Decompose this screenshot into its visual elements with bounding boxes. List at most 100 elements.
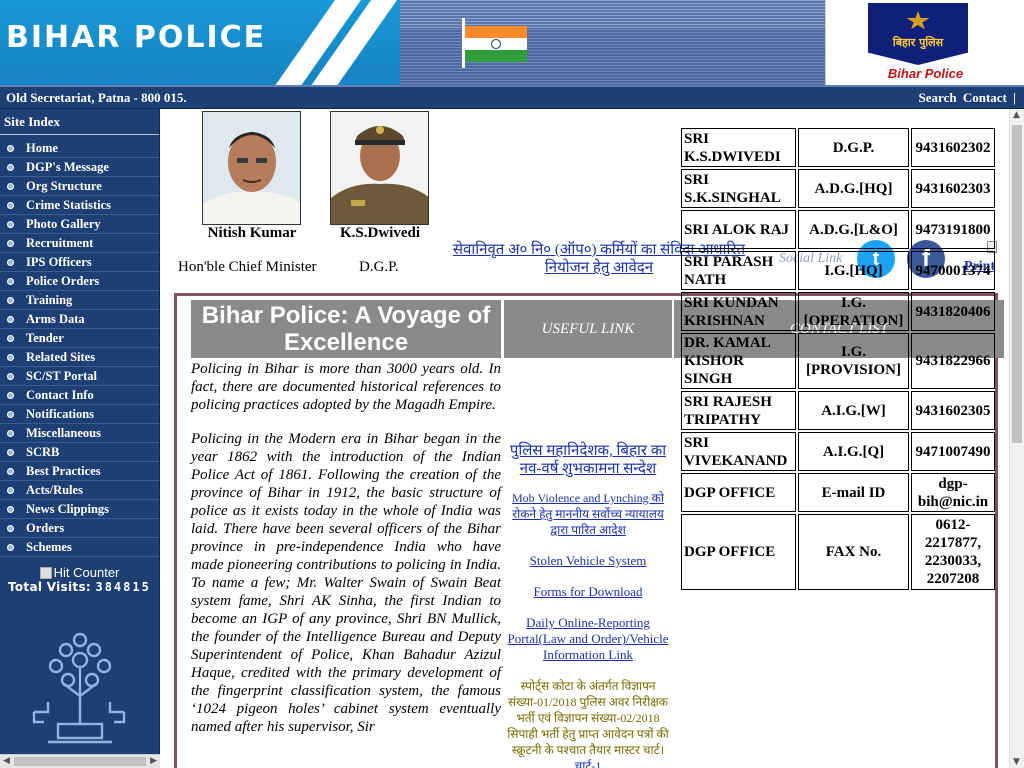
bullet-icon: [7, 144, 14, 152]
total-visits-label: Total Visits:: [8, 580, 91, 594]
bullet-icon: [7, 467, 14, 475]
voyage-paragraph: Policing in the Modern era in Bihar bega…: [191, 431, 501, 735]
scroll-right-icon[interactable]: ▶: [150, 756, 157, 766]
sidebar-item-notifications[interactable]: Notifications: [0, 405, 159, 424]
officer-row: SRI K.S.DWIVEDI D.G.P. 9431602302: [681, 128, 995, 167]
officer-phone: 9431822966: [911, 333, 995, 389]
sidebar-item-label: Schemes: [26, 539, 72, 554]
sidebar-item-news-clippings[interactable]: News Clippings: [0, 500, 159, 519]
officer-designation: A.I.G.[Q]: [798, 432, 909, 471]
emblem-star-icon: [906, 11, 930, 30]
useful-link[interactable]: Daily Online-Reporting Portal(Law and Or…: [504, 615, 672, 663]
chief-minister-portrait-icon: [203, 112, 300, 224]
contact-link[interactable]: Contact: [963, 90, 1007, 105]
useful-link[interactable]: Stolen Vehicle System: [504, 553, 672, 569]
horizontal-scrollbar[interactable]: ◀ ▶: [0, 754, 160, 768]
officer-row: DGP OFFICE FAX No. 0612-2217877, 2230033, …: [681, 514, 995, 590]
officer-row: SRI PARASH NATH I.G.[HQ] 9470001374: [681, 251, 995, 290]
sidebar-item-label: DGP's Message: [26, 159, 109, 174]
scroll-down-icon[interactable]: ▼: [1013, 757, 1020, 767]
sidebar-item-org-structure[interactable]: Org Structure: [0, 177, 159, 196]
vertical-scrollbar[interactable]: ▲ ▼: [1009, 109, 1024, 768]
sidebar-item-training[interactable]: Training: [0, 291, 159, 310]
link-separator: |: [1013, 90, 1016, 105]
officer-phone: 9431602302: [911, 128, 995, 167]
officer-name: SRI RAJESH TRIPATHY: [681, 391, 796, 430]
sidebar-item-label: News Clippings: [26, 501, 110, 516]
sidebar-item-acts-rules[interactable]: Acts/Rules: [0, 481, 159, 500]
bihar-police-logo[interactable]: BIHAR POLICE: [0, 0, 400, 85]
hit-counter: Hit Counter: [0, 565, 159, 580]
sidebar-item-ips-officers[interactable]: IPS Officers: [0, 253, 159, 272]
officer-contact-table: SRI K.S.DWIVEDI D.G.P. 9431602302 SRI S.K.S…: [679, 126, 997, 592]
officer-phone: 9431602303: [911, 169, 995, 208]
bullet-icon: [7, 543, 14, 551]
useful-link[interactable]: पुलिस महानिदेशक, बिहार का नव-वर्ष शुभकाम…: [504, 442, 672, 478]
officer-designation: I.G. [OPERATION]: [798, 292, 909, 331]
chart-1-link[interactable]: चार्ट-1: [575, 759, 602, 768]
sidebar-item-orders[interactable]: Orders: [0, 519, 159, 538]
scroll-left-icon[interactable]: ◀: [3, 756, 10, 766]
sidebar-item-miscellaneous[interactable]: Miscellaneous: [0, 424, 159, 443]
sidebar-item-crime-statistics[interactable]: Crime Statistics: [0, 196, 159, 215]
bullet-icon: [7, 277, 14, 285]
sidebar-item-contact-info[interactable]: Contact Info: [0, 386, 159, 405]
officer-phone: 9431602305: [911, 391, 995, 430]
emblem-caption: Bihar Police: [887, 66, 964, 81]
bullet-icon: [7, 334, 14, 342]
search-link[interactable]: Search: [919, 90, 957, 105]
sidebar-item-photo-gallery[interactable]: Photo Gallery: [0, 215, 159, 234]
bullet-icon: [7, 486, 14, 494]
useful-link[interactable]: Mob Violence and Lynching को रोकने हेतु …: [504, 490, 672, 538]
sidebar-item-tender[interactable]: Tender: [0, 329, 159, 348]
sidebar-item-label: Police Orders: [26, 273, 100, 288]
sidebar-item-police-orders[interactable]: Police Orders: [0, 272, 159, 291]
sidebar-item-scrb[interactable]: SCRB: [0, 443, 159, 462]
sidebar-item-label: Crime Statistics: [26, 197, 112, 212]
sidebar-item-label: Home: [26, 140, 58, 155]
sidebar-item-label: Training: [26, 292, 73, 307]
sidebar-item-schemes[interactable]: Schemes: [0, 538, 159, 557]
bullet-icon: [7, 220, 14, 228]
officer-row: DGP OFFICE E-mail ID dgp-bih@nic.in: [681, 473, 995, 512]
sidebar-item-label: Best Practices: [26, 463, 101, 478]
officer-phone: 9470001374: [911, 251, 995, 290]
useful-link[interactable]: Forms for Download: [504, 584, 672, 600]
flag-banner: [400, 0, 825, 85]
sidebar-item-best-practices[interactable]: Best Practices: [0, 462, 159, 481]
vertical-scrollbar-thumb[interactable]: [1012, 125, 1022, 443]
dgp-name: K.S.Dwivedi: [339, 225, 420, 241]
officer-designation: I.G. [PROVISION]: [798, 333, 909, 389]
bullet-icon: [7, 524, 14, 532]
sidebar-item-recruitment[interactable]: Recruitment: [0, 234, 159, 253]
logo-text: BIHAR POLICE: [6, 20, 267, 55]
officer-name: SRI S.K.SINGHAL: [681, 169, 796, 208]
sidebar-item-related-sites[interactable]: Related Sites: [0, 348, 159, 367]
sidebar-item-label: Tender: [26, 330, 64, 345]
bullet-icon: [7, 353, 14, 361]
sidebar-item-sc-st-portal[interactable]: SC/ST Portal: [0, 367, 159, 386]
officer-row: SRI ALOK RAJ A.D.G.[L&O] 9473191800: [681, 210, 995, 249]
flag-green-stripe: [465, 50, 527, 62]
officer-row: DR. KAMAL KISHOR SINGH I.G. [PROVISION] 94…: [681, 333, 995, 389]
officer-name: DGP OFFICE: [681, 473, 796, 512]
bullet-icon: [7, 372, 14, 380]
sidebar-item-label: Org Structure: [26, 178, 102, 193]
address-bar: Old Secretariat, Patna - 800 015. Search…: [0, 85, 1024, 109]
scrollbar-thumb[interactable]: [14, 757, 146, 766]
bullet-icon: [7, 410, 14, 418]
sidebar-item-home[interactable]: Home: [0, 139, 159, 158]
hit-counter-alt: Hit Counter: [53, 565, 120, 580]
sidebar-item-label: Acts/Rules: [26, 482, 83, 497]
flag-white-stripe: [465, 38, 527, 50]
sidebar-item-label: Related Sites: [26, 349, 96, 364]
officer-name: DGP OFFICE: [681, 514, 796, 590]
sidebar-item-arms-data[interactable]: Arms Data: [0, 310, 159, 329]
scroll-up-icon[interactable]: ▲: [1013, 110, 1020, 120]
officer-name: DR. KAMAL KISHOR SINGH: [681, 333, 796, 389]
voyage-text: Policing in Bihar is more than 3000 year…: [191, 360, 501, 752]
sidebar-item-label: Miscellaneous: [26, 425, 101, 440]
chief-minister-role: Hon'ble Chief Minister: [178, 259, 317, 275]
officer-phone: 9431820406: [911, 292, 995, 331]
sidebar-item-dgp-s-message[interactable]: DGP's Message: [0, 158, 159, 177]
